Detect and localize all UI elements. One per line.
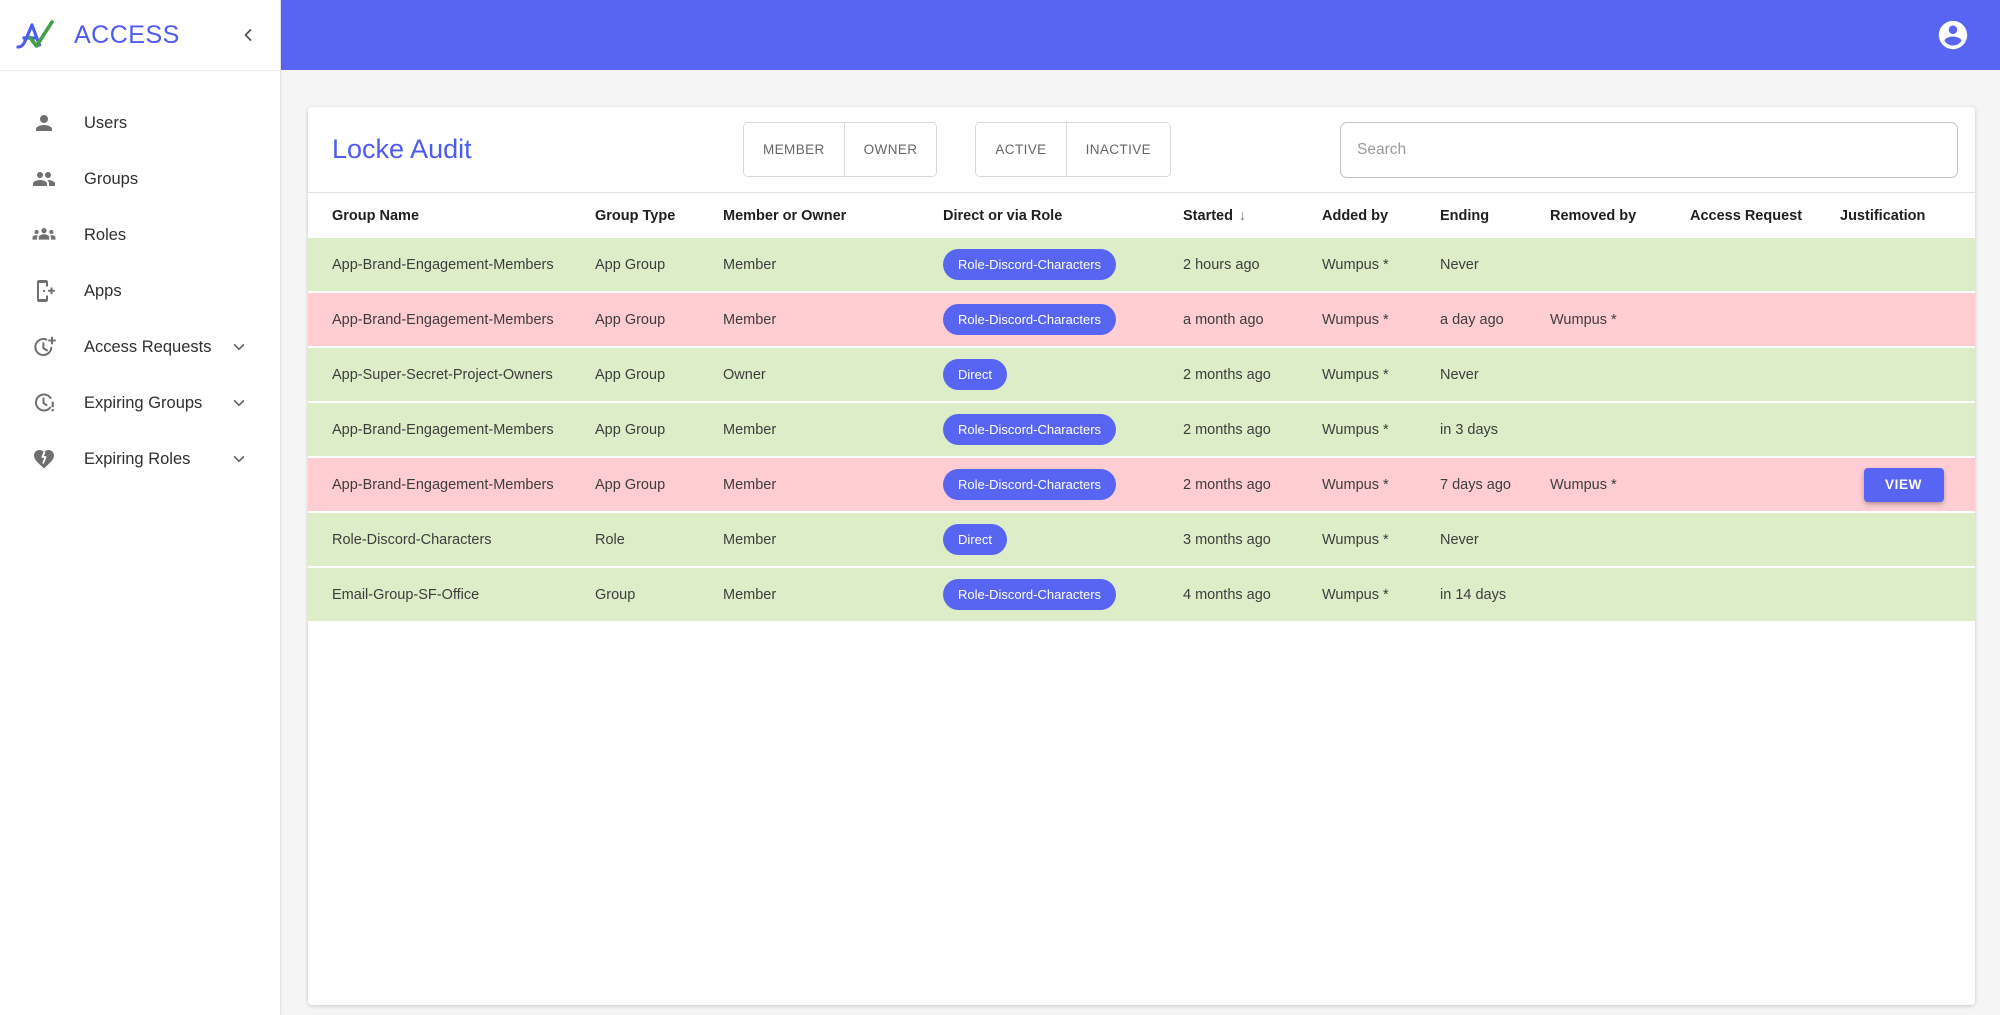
col-added-by: Added by: [1322, 193, 1440, 239]
sidebar-header: ACCESS: [0, 0, 280, 71]
account-circle-icon[interactable]: [1936, 18, 1970, 52]
mobile-add-icon: [32, 279, 56, 303]
people-icon: [32, 167, 56, 191]
active-inactive-toggle-group: ACTIVE INACTIVE: [975, 122, 1171, 177]
sidebar-item-apps[interactable]: Apps: [0, 263, 280, 319]
app-logo-text: ACCESS: [74, 21, 180, 50]
active-toggle-button[interactable]: ACTIVE: [976, 123, 1065, 176]
via-role-pill[interactable]: Role-Discord-Characters: [943, 249, 1116, 280]
view-button[interactable]: VIEW: [1864, 468, 1944, 502]
col-ending: Ending: [1440, 193, 1550, 239]
direct-pill[interactable]: Direct: [943, 524, 1007, 555]
person-icon: [32, 111, 56, 135]
sidebar-item-expiring-groups[interactable]: Expiring Groups: [0, 375, 280, 431]
sidebar-item-label: Access Requests: [84, 338, 211, 357]
member-toggle-button[interactable]: MEMBER: [744, 123, 844, 176]
sidebar-item-label: Users: [84, 114, 127, 133]
sidebar-item-expiring-roles[interactable]: Expiring Roles: [0, 431, 280, 487]
search-input[interactable]: [1340, 122, 1958, 178]
sidebar-item-access-requests[interactable]: Access Requests: [0, 319, 280, 375]
more-time-icon: [32, 335, 56, 359]
page-title: Locke Audit: [332, 134, 502, 165]
col-started[interactable]: Started↓: [1183, 193, 1322, 239]
app-root: ACCESS Users Groups: [0, 0, 2000, 1015]
content-area: Locke Audit MEMBER OWNER ACTIVE INACTIVE: [281, 70, 2000, 1015]
col-group-name: Group Name: [308, 193, 595, 239]
via-role-pill[interactable]: Role-Discord-Characters: [943, 414, 1116, 445]
inactive-toggle-button[interactable]: INACTIVE: [1066, 123, 1170, 176]
member-owner-toggle-group: MEMBER OWNER: [743, 122, 937, 177]
chevron-down-icon: [230, 450, 248, 468]
groups-icon: [32, 223, 56, 247]
sidebar-item-label: Apps: [84, 282, 122, 301]
table-row: App-Brand-Engagement-Members App Group M…: [308, 457, 1975, 512]
via-role-pill[interactable]: Role-Discord-Characters: [943, 579, 1116, 610]
col-direct-or-via-role: Direct or via Role: [943, 193, 1183, 239]
sidebar-item-roles[interactable]: Roles: [0, 207, 280, 263]
col-access-request: Access Request: [1690, 193, 1840, 239]
broken-heart-icon: [32, 447, 56, 471]
sidebar-item-label: Roles: [84, 226, 126, 245]
table-row: Email-Group-SF-Office Group Member Role-…: [308, 567, 1975, 622]
toolbar: Locke Audit MEMBER OWNER ACTIVE INACTIVE: [308, 107, 1975, 192]
direct-pill[interactable]: Direct: [943, 359, 1007, 390]
col-group-type: Group Type: [595, 193, 723, 239]
table-header-row: Group Name Group Type Member or Owner Di…: [308, 193, 1975, 239]
table-row: Role-Discord-Characters Role Member Dire…: [308, 512, 1975, 567]
sidebar-item-groups[interactable]: Groups: [0, 151, 280, 207]
table-row: App-Super-Secret-Project-Owners App Grou…: [308, 347, 1975, 402]
sidebar-item-label: Groups: [84, 170, 138, 189]
table-row: App-Brand-Engagement-Members App Group M…: [308, 402, 1975, 457]
app-logo-icon: [16, 18, 62, 52]
chevron-left-icon: [238, 25, 258, 45]
owner-toggle-button[interactable]: OWNER: [844, 123, 937, 176]
sidebar-item-label: Expiring Groups: [84, 394, 202, 413]
sidebar-item-users[interactable]: Users: [0, 95, 280, 151]
sidebar-collapse-button[interactable]: [234, 21, 262, 49]
audit-table: Group Name Group Type Member or Owner Di…: [308, 192, 1975, 623]
chevron-down-icon: [230, 338, 248, 356]
sidebar: ACCESS Users Groups: [0, 0, 281, 1015]
chevron-down-icon: [230, 394, 248, 412]
table-row: App-Brand-Engagement-Members App Group M…: [308, 292, 1975, 347]
col-justification: Justification: [1840, 193, 1975, 239]
via-role-pill[interactable]: Role-Discord-Characters: [943, 304, 1116, 335]
main-column: Locke Audit MEMBER OWNER ACTIVE INACTIVE: [281, 0, 2000, 1015]
sidebar-item-label: Expiring Roles: [84, 450, 190, 469]
via-role-pill[interactable]: Role-Discord-Characters: [943, 469, 1116, 500]
clock-alert-icon: [32, 391, 56, 415]
table-row: App-Brand-Engagement-Members App Group M…: [308, 238, 1975, 292]
sidebar-nav: Users Groups Roles: [0, 71, 280, 487]
sort-desc-icon: ↓: [1239, 207, 1246, 223]
col-member-or-owner: Member or Owner: [723, 193, 943, 239]
app-bar: [281, 0, 2000, 70]
audit-card: Locke Audit MEMBER OWNER ACTIVE INACTIVE: [308, 107, 1975, 1005]
col-removed-by: Removed by: [1550, 193, 1690, 239]
